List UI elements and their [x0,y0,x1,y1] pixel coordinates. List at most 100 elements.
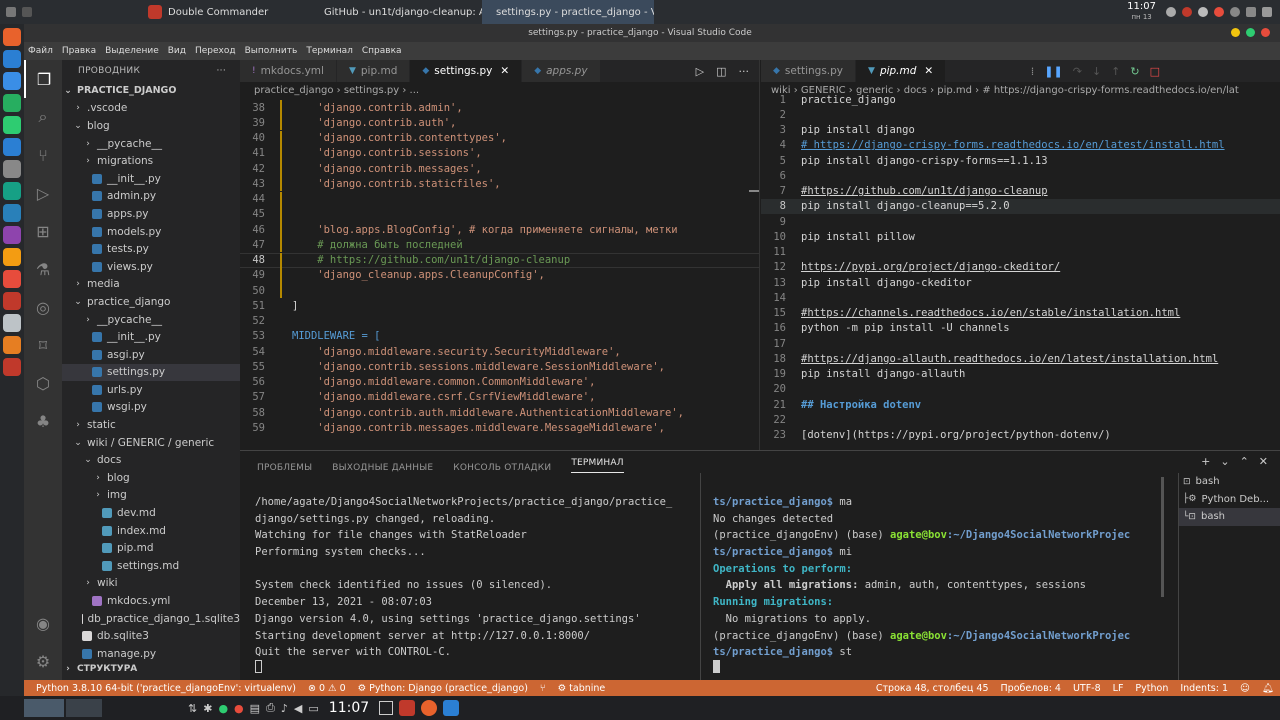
file-item[interactable]: index.md [62,522,240,540]
file-item[interactable]: admin.py [62,188,240,206]
tray-icon[interactable] [1198,7,1208,17]
firefox-icon[interactable] [421,700,438,716]
outline-section[interactable]: › СТРУКТУРА [62,660,240,678]
testing-icon[interactable]: ⚗ [24,250,62,288]
launcher-app-icon[interactable] [3,138,21,156]
search-icon[interactable]: ⌕ [24,98,62,136]
clipboard-icon[interactable]: ▤ [250,702,260,715]
menu-item[interactable]: Выполнить [245,46,298,56]
launcher-app-icon[interactable] [3,336,21,354]
window-icon[interactable] [6,7,16,17]
file-item[interactable]: pip.md [62,539,240,557]
app-icon[interactable]: ● [218,702,228,715]
tray-icon[interactable] [1182,7,1192,17]
settings-gear-icon[interactable]: ⚙ [24,642,62,680]
folder-item[interactable]: › .vscode [62,100,240,118]
minimize-button[interactable] [1231,28,1240,37]
menu-item[interactable]: Выделение [105,46,159,56]
terminal-instance[interactable]: ⊡ bash [1179,473,1280,491]
file-item[interactable]: wsgi.py [62,399,240,417]
bookmarks-icon[interactable]: ⌑ [24,326,62,364]
folder-item[interactable]: ⌄ docs [62,451,240,469]
os-task-tab[interactable]: Double Commander [140,0,310,24]
editor-tab[interactable]: ▼ pip.md [336,60,411,82]
app-icon[interactable]: ● [234,702,244,715]
tray-icon[interactable] [1230,7,1240,17]
launcher-app-icon[interactable] [3,358,21,376]
file-item[interactable]: models.py [62,223,240,241]
vscode-icon[interactable] [443,700,460,716]
menu-item[interactable]: Файл [28,46,53,56]
launcher-app-icon[interactable] [3,270,21,288]
tray-icon[interactable] [1246,7,1256,17]
folder-item[interactable]: ⌄ wiki / GENERIC / generic [62,434,240,452]
more-actions-icon[interactable]: ··· [739,65,750,78]
microphone-icon[interactable]: ♪ [281,702,288,715]
file-item[interactable]: db_practice_django_1.sqlite3 [62,610,240,628]
account-icon[interactable]: ◉ [24,604,62,642]
indentation[interactable]: Пробелов: 4 [1001,683,1061,694]
terminal-split-divider[interactable] [700,473,701,681]
more-actions-icon[interactable]: ··· [217,66,226,76]
remote-explorer-icon[interactable]: ◎ [24,288,62,326]
menu-item[interactable]: Терминал [306,46,353,56]
file-item[interactable]: tests.py [62,240,240,258]
menu-item[interactable]: Вид [168,46,186,56]
volume-icon[interactable]: ◀ [294,702,302,715]
run-config[interactable]: ⚙ Python: Django (practice_django) [358,683,528,694]
settings-icon[interactable]: ✱ [203,702,212,715]
folder-item[interactable]: › __pycache__ [62,135,240,153]
run-icon[interactable]: ▷ [696,65,704,78]
window-titlebar[interactable]: settings.py - practice_django - Visual S… [0,24,1280,42]
file-item[interactable]: views.py [62,258,240,276]
terminal-right[interactable]: ts/practice_django$ ma No changes detecte… [713,477,1158,677]
show-desktop-icon[interactable] [379,701,394,715]
os-task-tab[interactable]: GitHub - un1t/django-cleanup: Aut... [310,0,482,24]
extensions-icon[interactable]: ⊞ [24,212,62,250]
run-debug-icon[interactable]: ▷ [24,174,62,212]
editor-tab[interactable]: ◆ settings.py [761,60,857,82]
os-clock[interactable]: 11:07 пн 13 [1127,2,1156,22]
os-task-tab[interactable]: settings.py - practice_django - Visu... [482,0,654,24]
code-link[interactable]: #https://github.com/un1t/django-cleanup [801,185,1048,197]
restart-icon[interactable]: ↻ [1130,65,1139,78]
file-item[interactable]: __init__.py [62,328,240,346]
tray-icon[interactable] [1214,7,1224,17]
notifications-icon[interactable]: 🔔︎ [1262,683,1274,694]
launcher-app-icon[interactable] [3,116,21,134]
code-link[interactable]: #https://channels.readthedocs.io/en/stab… [801,307,1180,319]
panel-tab[interactable]: ТЕРМИНАЛ [571,458,624,473]
debug-toolbar-grip-icon[interactable]: ⁞ [1031,65,1035,78]
split-editor-icon[interactable]: ◫ [716,65,726,78]
menu-item[interactable]: Правка [62,46,96,56]
docker-icon[interactable]: ⬡ [24,364,62,402]
file-item[interactable]: settings.py [62,363,240,382]
taskbar-clock[interactable]: 11:07 [329,700,369,716]
python-icon[interactable]: ♣ [24,402,62,440]
panel-tab[interactable]: ВЫХОДНЫЕ ДАННЫЕ [332,463,433,473]
stop-icon[interactable]: □ [1150,65,1160,78]
folder-item[interactable]: ⌄ practice_django [62,293,240,311]
folder-item[interactable]: › media [62,276,240,294]
folder-item[interactable]: › img [62,487,240,505]
code-area[interactable]: 38 'django.contrib.admin', 39 'django.con… [240,98,759,436]
printer-icon[interactable]: ⎙ [266,701,275,715]
tabnine-status[interactable]: ⚙ tabnine [558,683,606,694]
editor-tab[interactable]: ◆ apps.py [522,60,601,82]
code-link[interactable]: # https://django-crispy-forms.readthedoc… [801,139,1225,151]
cursor-position[interactable]: Строка 48, столбец 45 [876,683,989,694]
tray-icon[interactable] [1262,7,1272,17]
folder-item[interactable]: › migrations [62,152,240,170]
launcher-app-icon[interactable] [3,182,21,200]
folder-item[interactable]: › blog [62,469,240,487]
file-item[interactable]: db.sqlite3 [62,627,240,645]
feedback-icon[interactable]: ☺ [1240,683,1250,694]
workspace-1[interactable] [24,699,64,717]
file-item[interactable]: asgi.py [62,346,240,364]
editor-tab[interactable]: ! mkdocs.yml [240,60,337,82]
launcher-app-icon[interactable] [3,314,21,332]
code-link[interactable]: #https://django-allauth.readthedocs.io/e… [801,353,1218,365]
network-icon[interactable]: ⇅ [188,702,197,715]
menu-item[interactable]: Справка [362,46,402,56]
menu-item[interactable]: Переход [195,46,236,56]
